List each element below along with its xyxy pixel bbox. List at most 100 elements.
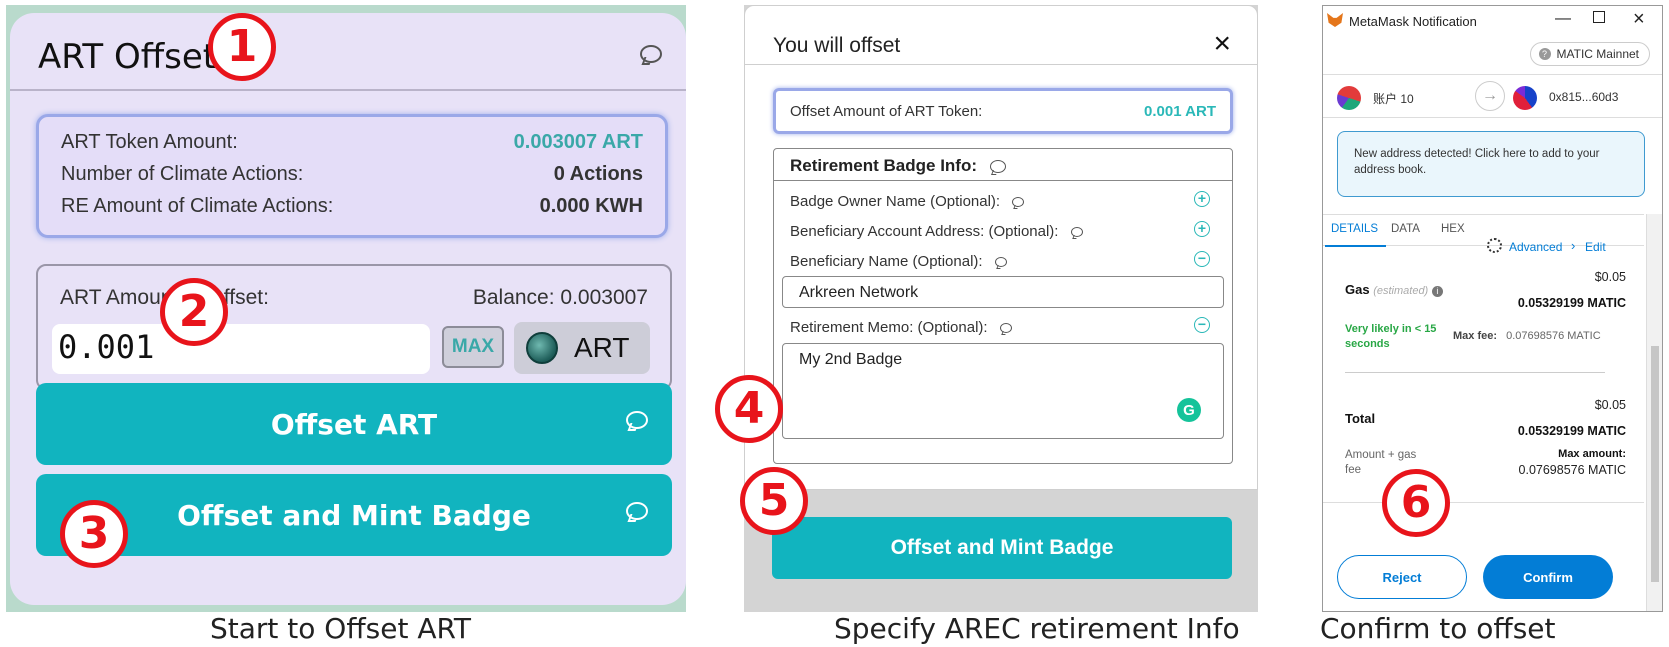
caption-start-offset: Start to Offset ART — [210, 612, 472, 645]
help-bubble-icon[interactable] — [994, 257, 1007, 268]
re-amount-row: RE Amount of Climate Actions: 0.000 KWH — [61, 195, 643, 218]
gas-label: Gas — [1345, 282, 1370, 297]
offset-amount-box: ART Amount to Offset: Balance: 0.003007 … — [36, 264, 672, 390]
arrow-right-icon: → — [1475, 81, 1505, 111]
gas-usd: $0.05 — [1594, 270, 1626, 284]
amount-input[interactable]: 0.001 — [52, 324, 430, 374]
caption-confirm-offset: Confirm to offset — [1320, 612, 1556, 645]
dialog-divider — [745, 64, 1257, 65]
token-amount-label: ART Token Amount: — [61, 131, 238, 153]
collapse-memo-minus-icon[interactable]: − — [1194, 317, 1210, 333]
info-icon[interactable]: i — [1431, 286, 1443, 297]
offset-mint-badge-button[interactable]: Offset and Mint Badge — [772, 517, 1232, 579]
retirement-memo-label: Retirement Memo: (Optional): — [790, 319, 988, 336]
tab-data[interactable]: DATA — [1391, 223, 1420, 235]
from-account[interactable]: 账户 10 — [1373, 90, 1414, 107]
balance-label: Balance: 0.003007 — [472, 286, 648, 309]
close-icon[interactable]: × — [1633, 8, 1645, 31]
help-bubble-icon[interactable] — [989, 160, 1006, 174]
max-amount-label: Max amount: — [1558, 448, 1626, 460]
beneficiary-address-label: Beneficiary Account Address: (Optional): — [790, 223, 1059, 240]
info-summary-box: ART Token Amount: 0.003007 ART Number of… — [36, 114, 668, 238]
advanced-link[interactable]: Advanced — [1509, 240, 1562, 254]
total-label: Total — [1345, 411, 1376, 426]
step-badge-1: 1 — [208, 13, 276, 81]
gear-icon[interactable] — [1487, 238, 1502, 253]
new-address-notice[interactable]: New address detected! Click here to add … — [1337, 131, 1645, 197]
offset-amount-label: Offset Amount of ART Token: — [790, 102, 983, 120]
token-amount-value: 0.003007 ART — [513, 131, 643, 153]
help-bubble-icon[interactable] — [1070, 227, 1083, 238]
close-icon[interactable]: × — [1213, 29, 1231, 59]
collapse-name-minus-icon[interactable]: − — [1194, 251, 1210, 267]
scrollbar[interactable] — [1646, 214, 1662, 611]
edit-link[interactable]: Edit — [1585, 240, 1606, 254]
gas-estimated: (estimated) — [1373, 285, 1429, 297]
max-button[interactable]: MAX — [442, 326, 504, 368]
total-usd: $0.05 — [1594, 398, 1626, 412]
badge-owner-label: Badge Owner Name (Optional): — [790, 193, 1001, 210]
likely-text: Very likely in < 15 seconds — [1345, 323, 1437, 350]
tab-details[interactable]: DETAILS — [1324, 223, 1387, 247]
expand-owner-plus-icon[interactable]: + — [1194, 191, 1210, 207]
window-titlebar: MetaMask Notification — × — [1323, 6, 1662, 36]
offset-mint-badge-label: Offset and Mint Badge — [177, 498, 531, 532]
art-token-logo-icon — [526, 332, 558, 364]
header-divider — [10, 89, 686, 91]
offset-dialog-panel: You will offset × Offset Amount of ART T… — [744, 5, 1258, 612]
reject-button[interactable]: Reject — [1337, 555, 1467, 599]
badge-header-label: Retirement Badge Info: — [790, 156, 978, 175]
max-fee-value: 0.07698576 MATIC — [1506, 330, 1601, 342]
offset-amount-box: Offset Amount of ART Token: 0.001 ART — [773, 88, 1233, 134]
tab-hex[interactable]: HEX — [1441, 223, 1465, 235]
step-badge-5: 5 — [740, 467, 808, 535]
scrollbar-thumb[interactable] — [1651, 346, 1659, 582]
beneficiary-name-label: Beneficiary Name (Optional): — [790, 253, 983, 270]
retirement-memo-textarea[interactable]: My 2nd Badge G — [782, 343, 1224, 439]
offset-art-button[interactable]: Offset ART — [36, 383, 672, 465]
dialog-title: You will offset — [773, 34, 901, 57]
max-fee-label: Max fee: — [1453, 330, 1498, 342]
token-selector[interactable]: ART — [514, 322, 650, 374]
divider — [1345, 372, 1605, 373]
climate-actions-label: Number of Climate Actions: — [61, 163, 304, 185]
max-fee-row: Max fee: 0.07698576 MATIC — [1453, 330, 1601, 342]
to-account[interactable]: 0x815...60d3 — [1549, 90, 1618, 104]
footer-divider — [1323, 502, 1644, 503]
network-badge[interactable]: MATIC Mainnet — [1529, 42, 1650, 66]
re-amount-label: RE Amount of Climate Actions: — [61, 195, 334, 217]
beneficiary-name-field: Beneficiary Name (Optional): — [790, 253, 1007, 270]
from-avatar — [1337, 86, 1361, 110]
token-amount-row: ART Token Amount: 0.003007 ART — [61, 131, 643, 154]
metamask-fox-icon — [1327, 13, 1343, 27]
gas-matic: 0.05329199 MATIC — [1517, 296, 1626, 310]
beneficiary-name-input[interactable]: Arkreen Network — [782, 276, 1224, 308]
page-title: ART Offset — [38, 37, 217, 77]
beneficiary-address-field: Beneficiary Account Address: (Optional): — [790, 223, 1083, 240]
gas-label-row: Gas (estimated) i — [1345, 282, 1443, 297]
maximize-icon[interactable] — [1593, 11, 1605, 23]
help-bubble-icon[interactable] — [1012, 197, 1025, 208]
expand-address-plus-icon[interactable]: + — [1194, 221, 1210, 237]
help-bubble-icon[interactable] — [626, 502, 648, 520]
offset-amount-value: 0.001 ART — [1144, 102, 1216, 120]
badge-header: Retirement Badge Info: — [774, 149, 1232, 181]
help-bubble-icon[interactable] — [640, 45, 662, 63]
retirement-memo-field: Retirement Memo: (Optional): — [790, 319, 1012, 336]
to-avatar — [1513, 86, 1537, 110]
grammarly-icon[interactable]: G — [1177, 398, 1201, 422]
memo-text: My 2nd Badge — [799, 351, 903, 368]
climate-actions-row: Number of Climate Actions: 0 Actions — [61, 163, 643, 186]
confirm-button[interactable]: Confirm — [1483, 555, 1613, 599]
max-amount-value: 0.07698576 MATIC — [1518, 463, 1626, 477]
minimize-icon[interactable]: — — [1555, 10, 1571, 28]
offset-art-label: Offset ART — [270, 407, 438, 441]
token-label: ART — [574, 332, 630, 363]
help-bubble-icon[interactable] — [999, 323, 1012, 334]
offset-dialog: You will offset × Offset Amount of ART T… — [744, 5, 1258, 490]
window-title: MetaMask Notification — [1349, 14, 1477, 29]
offset-mint-badge-button[interactable]: Offset and Mint Badge — [36, 474, 672, 556]
re-amount-value: 0.000 KWH — [539, 195, 643, 217]
step-badge-4: 4 — [715, 375, 783, 443]
help-bubble-icon[interactable] — [626, 411, 648, 429]
